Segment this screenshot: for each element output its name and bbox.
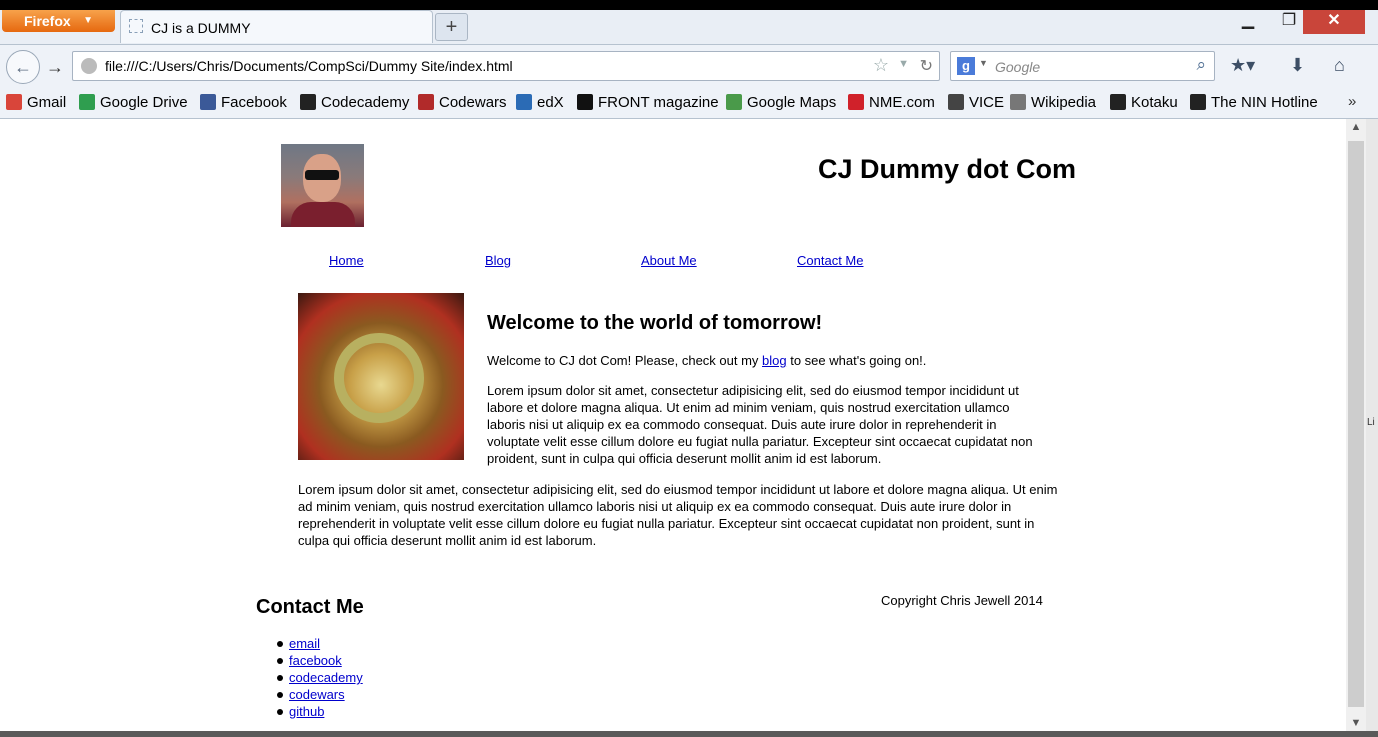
search-placeholder: Google <box>995 59 1041 75</box>
firefox-menu-button[interactable]: Firefox ▼ <box>2 10 115 32</box>
nav-home-link[interactable]: Home <box>329 253 364 268</box>
firefox-menu-label: Firefox <box>24 13 71 29</box>
welcome-heading: Welcome to the world of tomorrow! <box>487 312 823 334</box>
kotaku-icon <box>1110 94 1126 110</box>
adjacent-window-edge: Li <box>1366 119 1378 731</box>
photo-shirt <box>291 202 355 227</box>
taskbar <box>0 731 1378 737</box>
page-viewport: CJ Dummy dot Com Home Blog About Me Cont… <box>0 119 1346 731</box>
bookmark-edx[interactable]: edX <box>516 94 564 111</box>
forward-arrow-icon[interactable]: → <box>42 55 68 79</box>
list-item: email <box>256 636 363 653</box>
bookmark-google-drive[interactable]: Google Drive <box>79 94 188 111</box>
google-drive-icon <box>79 94 95 110</box>
bookmark-front-magazine[interactable]: FRONT magazine <box>577 94 719 111</box>
copyright-text: Copyright Chris Jewell 2014 <box>881 593 1043 608</box>
bookmark-nme[interactable]: NME.com <box>848 94 935 111</box>
codewars-link[interactable]: codewars <box>289 687 345 702</box>
bookmark-facebook[interactable]: Facebook <box>200 94 287 111</box>
magnifier-icon[interactable]: ⌕ <box>1196 55 1206 75</box>
wikipedia-icon <box>1010 94 1026 110</box>
nin-icon <box>1190 94 1206 110</box>
bookmark-vice[interactable]: VICE <box>948 94 1004 111</box>
list-item: facebook <box>256 653 363 670</box>
close-button[interactable]: ✕ <box>1303 10 1365 34</box>
email-link[interactable]: email <box>289 636 320 651</box>
facebook-link[interactable]: facebook <box>289 653 342 668</box>
bookmarks-toolbar: Gmail Google Drive Facebook Codecademy C… <box>0 88 1378 119</box>
edge-text: Li <box>1367 417 1375 428</box>
photo-sunglasses <box>305 170 339 180</box>
history-dropdown-icon[interactable]: ▼ <box>898 58 909 70</box>
contact-list: email facebook codecademy codewars githu… <box>256 636 363 721</box>
minimize-button[interactable]: ▁ <box>1228 10 1268 34</box>
address-bar[interactable]: file:///C:/Users/Chris/Documents/CompSci… <box>72 51 940 81</box>
body-paragraph: Lorem ipsum dolor sit amet, consectetur … <box>298 482 1058 548</box>
vice-icon <box>948 94 964 110</box>
photo-ring <box>334 333 424 423</box>
scroll-up-icon[interactable]: ▲ <box>1346 121 1366 133</box>
bookmark-codewars[interactable]: Codewars <box>418 94 507 111</box>
tab-title: CJ is a DUMMY <box>151 20 251 36</box>
bookmark-codecademy[interactable]: Codecademy <box>300 94 409 111</box>
blog-link[interactable]: blog <box>762 353 787 368</box>
front-magazine-icon <box>577 94 593 110</box>
bookmark-wikipedia[interactable]: Wikipedia <box>1010 94 1096 111</box>
bookmark-gmail[interactable]: Gmail <box>6 94 66 111</box>
home-icon[interactable]: ⌂ <box>1334 55 1345 76</box>
downloads-icon[interactable]: ⬇ <box>1290 55 1305 76</box>
address-text: file:///C:/Users/Chris/Documents/CompSci… <box>105 58 513 74</box>
scroll-down-icon[interactable]: ▼ <box>1346 717 1366 729</box>
edx-icon <box>516 94 532 110</box>
search-bar[interactable]: g ▼ Google ⌕ <box>950 51 1215 81</box>
gmail-icon <box>6 94 22 110</box>
chevron-down-icon: ▼ <box>83 15 93 26</box>
casino-photo <box>298 293 464 460</box>
nav-contact-link[interactable]: Contact Me <box>797 253 863 268</box>
back-arrow-icon[interactable]: ← <box>6 50 40 84</box>
bookmark-kotaku[interactable]: Kotaku <box>1110 94 1178 111</box>
bookmark-google-maps[interactable]: Google Maps <box>726 94 836 111</box>
reload-icon[interactable]: ↻ <box>920 56 933 76</box>
facebook-icon <box>200 94 216 110</box>
bookmark-nin-hotline[interactable]: The NIN Hotline <box>1190 94 1318 111</box>
google-maps-icon <box>726 94 742 110</box>
browser-tab[interactable]: CJ is a DUMMY <box>120 10 433 43</box>
google-search-icon[interactable]: g <box>957 57 975 75</box>
welcome-text: Welcome to CJ dot Com! Please, check out… <box>487 353 927 368</box>
list-item: github <box>256 704 363 721</box>
navigation-toolbar: ← → file:///C:/Users/Chris/Documents/Com… <box>0 44 1378 89</box>
scrollbar-thumb[interactable] <box>1348 141 1364 707</box>
new-tab-button[interactable]: + <box>435 13 468 41</box>
window-top-border <box>0 0 1378 10</box>
nav-about-link[interactable]: About Me <box>641 253 697 268</box>
codewars-icon <box>418 94 434 110</box>
bookmarks-overflow-icon[interactable]: » <box>1348 93 1356 110</box>
github-link[interactable]: github <box>289 704 324 719</box>
nme-icon <box>848 94 864 110</box>
codecademy-icon <box>300 94 316 110</box>
intro-paragraph: Lorem ipsum dolor sit amet, consectetur … <box>487 383 1033 466</box>
codecademy-link[interactable]: codecademy <box>289 670 363 685</box>
nav-blog-link[interactable]: Blog <box>485 253 511 268</box>
bookmark-star-icon[interactable]: ☆ <box>873 55 889 76</box>
site-title: CJ Dummy dot Com <box>818 154 1077 184</box>
bookmarks-menu-icon[interactable]: ★▾ <box>1230 55 1255 76</box>
globe-icon <box>81 58 97 74</box>
page-icon <box>129 19 143 33</box>
contact-heading: Contact Me <box>256 596 364 618</box>
engine-dropdown-icon[interactable]: ▼ <box>979 58 988 68</box>
vertical-scrollbar[interactable]: ▲ ▼ <box>1346 119 1366 731</box>
profile-photo <box>281 144 364 227</box>
list-item: codewars <box>256 687 363 704</box>
list-item: codecademy <box>256 670 363 687</box>
